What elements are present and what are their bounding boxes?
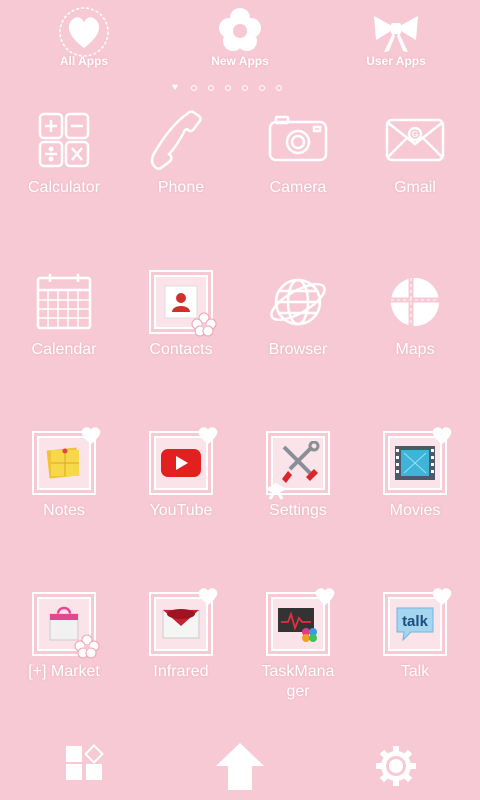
settings-tools-icon [266, 431, 330, 500]
app-notes[interactable]: Notes [6, 427, 122, 521]
maps-icon [391, 278, 439, 326]
app-label: TaskManager [261, 663, 335, 700]
home-button[interactable] [214, 740, 266, 797]
app-phone[interactable]: Phone [123, 108, 239, 198]
app-label: Infrared [153, 663, 209, 680]
app-label: Browser [268, 341, 328, 358]
app-infrared[interactable]: Infrared [123, 588, 239, 682]
app-market[interactable]: [+] Market [6, 592, 122, 682]
tab-user-apps[interactable]: User Apps [336, 6, 456, 68]
app-label: Contacts [149, 341, 213, 358]
app-label: Maps [395, 341, 435, 358]
app-label: Movies [389, 502, 441, 519]
app-label: Calendar [31, 341, 97, 358]
app-calculator[interactable]: Calculator [6, 108, 122, 198]
app-maps[interactable]: Maps [357, 270, 473, 360]
app-label: Gmail [394, 179, 436, 196]
youtube-icon [149, 427, 218, 495]
svg-text:G: G [412, 130, 418, 139]
page-dot [191, 84, 197, 91]
app-browser[interactable]: Browser [240, 270, 356, 360]
gmail-icon: G [385, 118, 445, 162]
heart-icon [59, 7, 109, 57]
app-label: Calculator [27, 179, 101, 196]
page-indicator: ♥ [172, 79, 293, 93]
app-label: [+] Market [28, 663, 100, 680]
app-talk[interactable]: talk Talk [357, 588, 473, 682]
tab-new-apps[interactable]: New Apps [180, 6, 300, 68]
talk-icon-text: talk [402, 613, 429, 630]
home-arrow-icon [216, 743, 264, 790]
app-drawer-button[interactable] [64, 744, 104, 789]
market-bag-icon [32, 592, 100, 659]
tab-label: User Apps [366, 54, 426, 68]
page-dot [208, 84, 214, 91]
app-drawer-icon [66, 744, 104, 780]
movies-icon [383, 427, 452, 495]
phone-icon [150, 110, 202, 170]
app-label: Talk [400, 663, 430, 680]
app-label: Notes [43, 502, 85, 519]
talk-icon: talk [383, 588, 452, 656]
app-movies[interactable]: Movies [357, 427, 473, 521]
dock [0, 730, 480, 800]
page-dot-current: ♥ [172, 81, 178, 93]
contacts-icon [149, 270, 217, 337]
infrared-icon [149, 588, 218, 656]
app-label: Phone [157, 179, 205, 196]
page-dot [259, 84, 265, 91]
camera-icon [268, 115, 328, 162]
app-gmail[interactable]: G Gmail [357, 108, 473, 198]
app-youtube[interactable]: YouTube [123, 427, 239, 521]
tab-label: New Apps [211, 54, 269, 68]
ribbon-bow-icon [374, 16, 418, 52]
app-label: YouTube [149, 502, 213, 519]
app-label: Camera [269, 179, 327, 196]
task-manager-icon [266, 588, 335, 656]
page-dot [242, 84, 248, 91]
flower-icon [219, 8, 261, 51]
settings-button[interactable] [376, 746, 416, 791]
top-tab-bar: All Apps New Apps User Apps [0, 0, 480, 80]
page-dot [225, 84, 231, 91]
calculator-icon [38, 112, 90, 168]
gear-icon [376, 746, 416, 786]
notes-icon [32, 427, 101, 495]
app-calendar[interactable]: Calendar [6, 270, 122, 360]
app-camera[interactable]: Camera [240, 108, 356, 198]
tab-all-apps[interactable]: All Apps [24, 6, 144, 68]
globe-icon [270, 278, 326, 326]
app-contacts[interactable]: Contacts [123, 270, 239, 360]
tab-label: All Apps [59, 54, 109, 68]
page-dot [276, 84, 282, 91]
app-taskmanager[interactable]: TaskManager [240, 588, 356, 702]
app-label: Settings [269, 502, 327, 519]
app-settings[interactable]: Settings [240, 431, 356, 521]
calendar-icon [36, 274, 92, 330]
